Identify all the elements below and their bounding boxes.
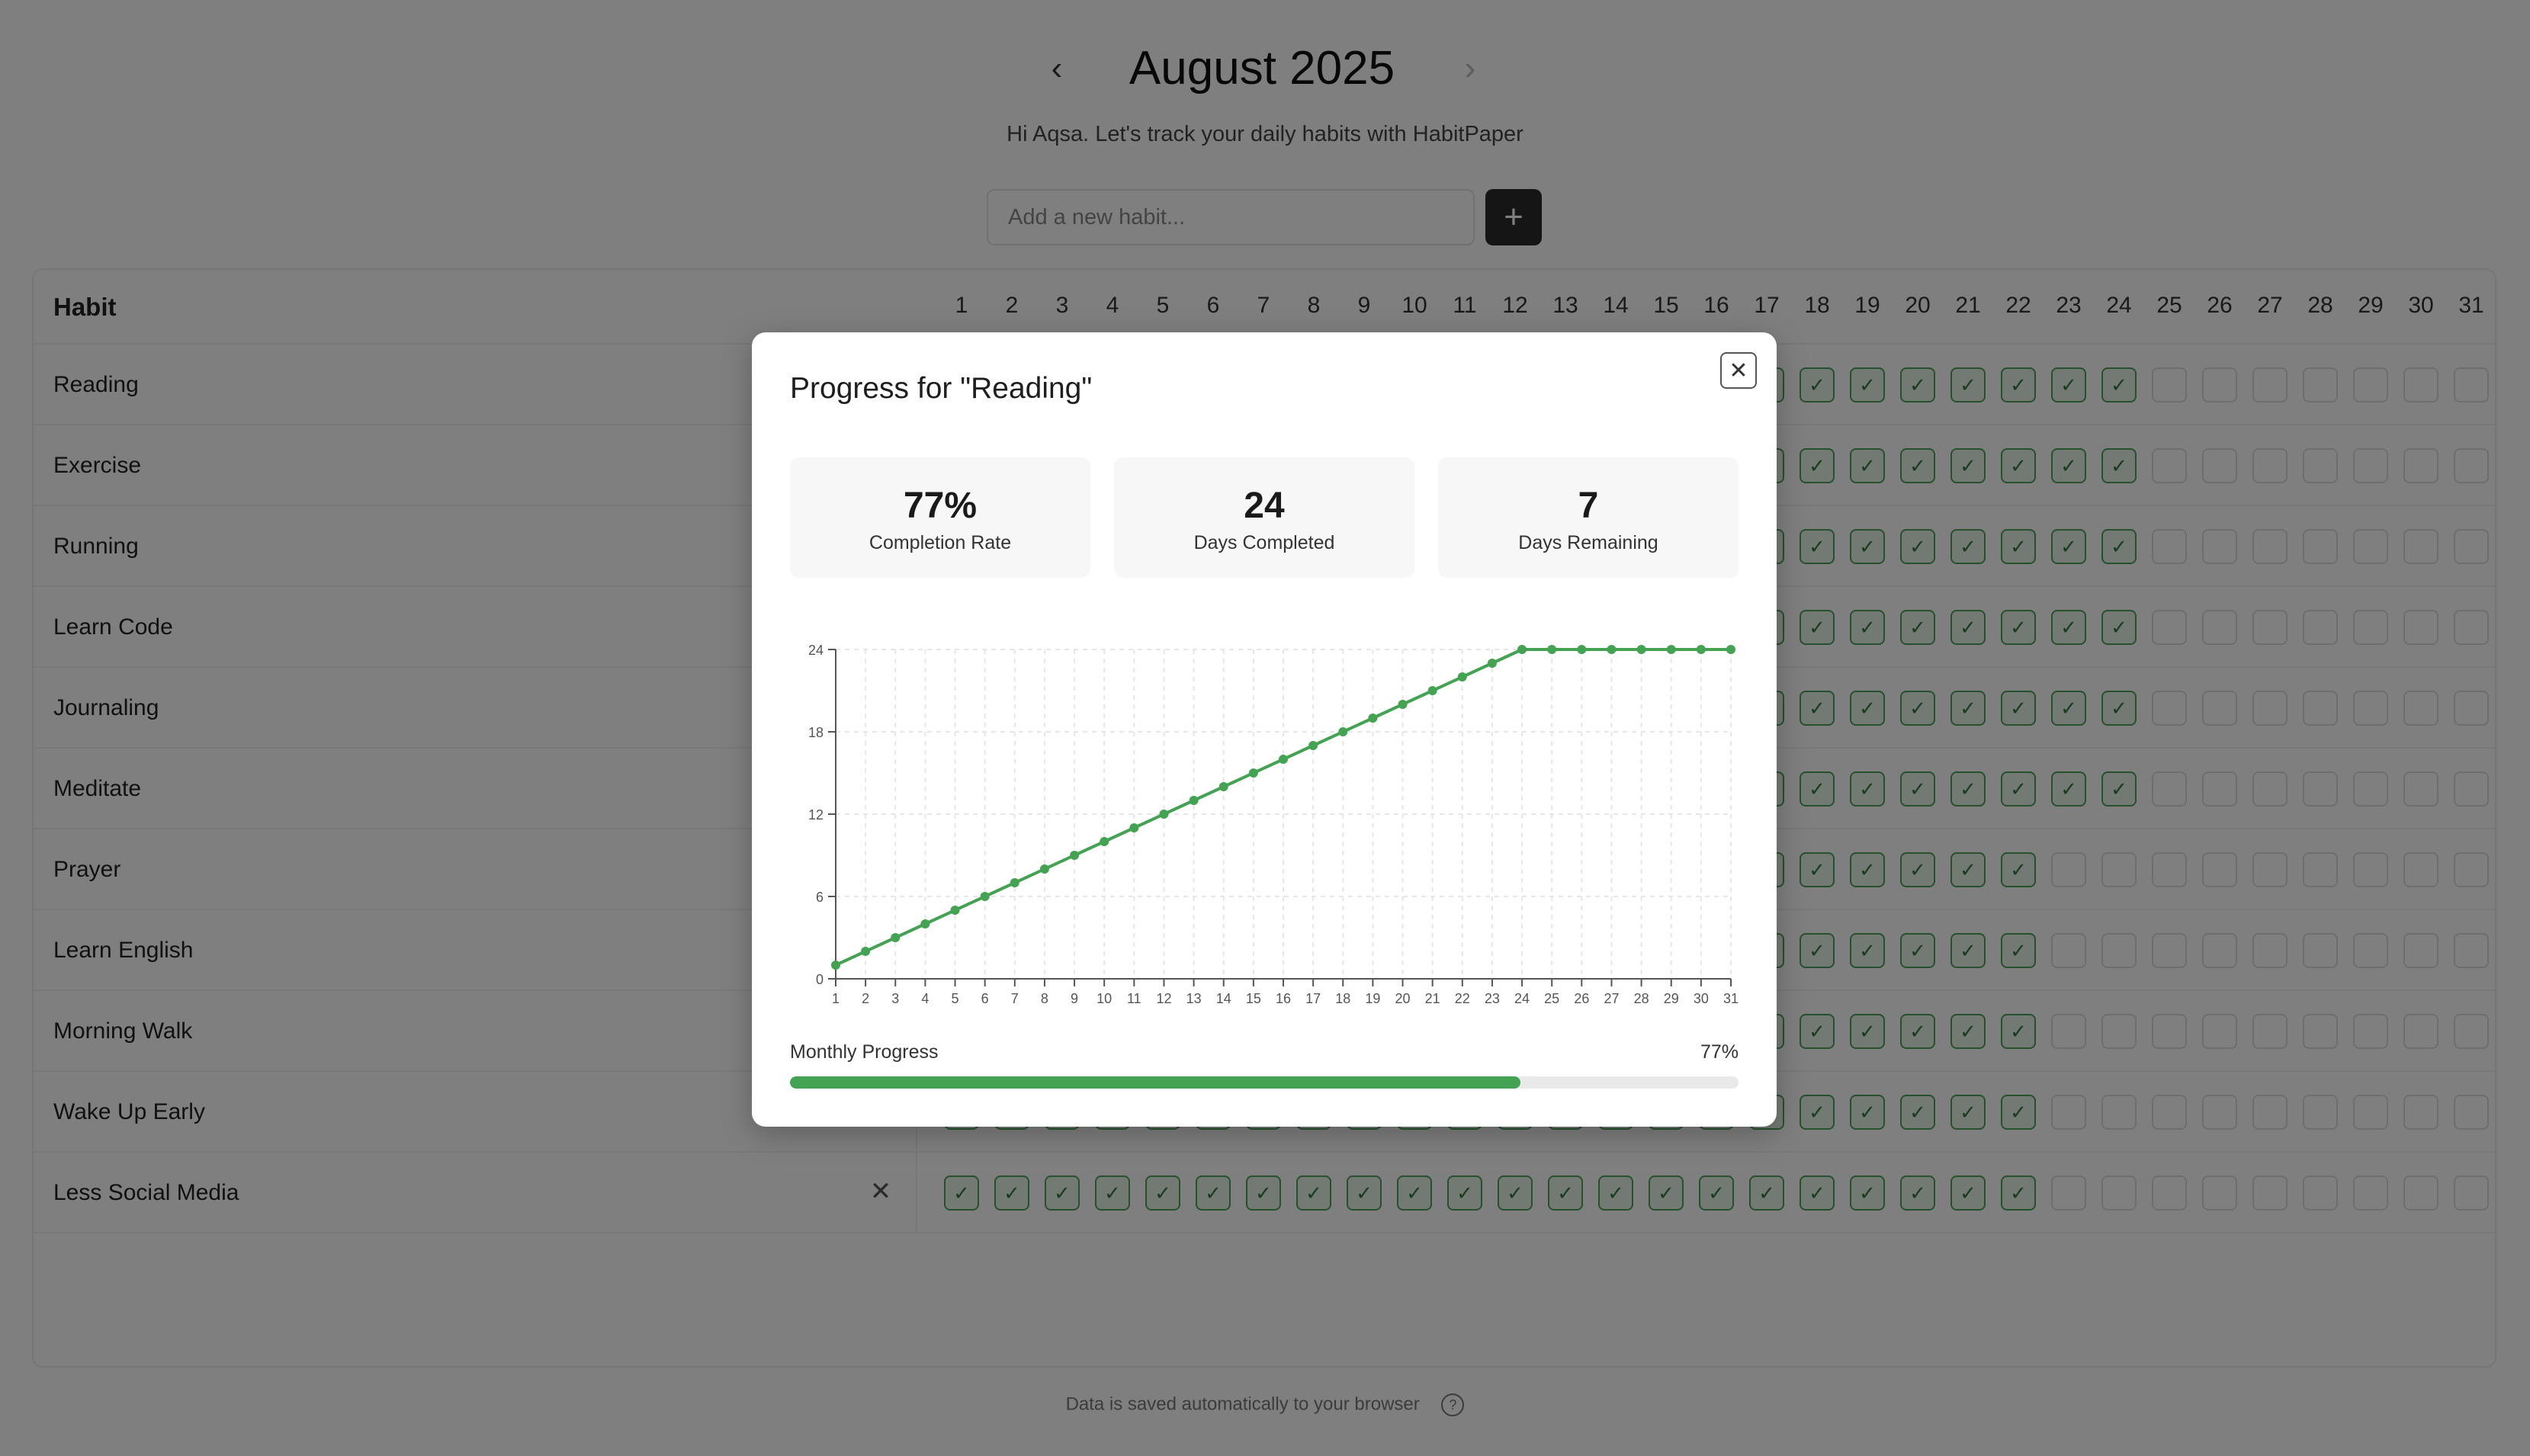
data-point: [891, 933, 901, 942]
x-tick-label: 31: [1723, 991, 1739, 1006]
data-point: [1070, 851, 1080, 860]
data-point: [861, 947, 871, 956]
x-tick-label: 11: [1127, 991, 1141, 1006]
x-tick-label: 2: [862, 991, 869, 1006]
y-tick-label: 24: [808, 643, 824, 658]
monthly-progress-percent: 77%: [1700, 1041, 1739, 1063]
data-point: [1398, 700, 1408, 709]
data-point: [920, 919, 930, 928]
progress-line-chart: 061218241 2 3 4 5 6 7 8 9 10 11 12 13 14 15 16 17 18 19 20 2…: [808, 643, 1739, 1006]
stat-label: Completion Rate: [868, 532, 1012, 553]
x-tick-label: 20: [1395, 991, 1411, 1006]
close-icon: ✕: [1729, 358, 1748, 383]
stat-label: Days Completed: [1193, 532, 1335, 553]
x-tick-label: 4: [921, 991, 929, 1006]
habit-app: ‹ August 2025 › Hi Aqsa. Let's track you…: [0, 0, 2530, 1456]
x-tick-label: 10: [1096, 991, 1112, 1006]
stat-value: 24: [1244, 486, 1285, 526]
x-tick-label: 26: [1574, 991, 1589, 1006]
x-tick-label: 19: [1365, 991, 1380, 1006]
data-point: [980, 892, 990, 901]
stat-card-days-remaining: 7 Days Remaining: [1438, 457, 1739, 578]
x-tick-label: 1: [832, 991, 840, 1006]
x-tick-label: 15: [1246, 991, 1261, 1006]
x-tick-label: 25: [1544, 991, 1559, 1006]
data-point: [1218, 782, 1228, 791]
x-tick-label: 23: [1485, 991, 1500, 1006]
x-tick-label: 24: [1514, 991, 1530, 1006]
data-point: [1577, 645, 1587, 654]
progress-modal: Progress for "Reading" ✕ 77% Completion …: [752, 332, 1777, 1127]
x-tick-label: 21: [1425, 991, 1440, 1006]
stat-card-days-completed: 24 Days Completed: [1114, 457, 1414, 578]
stat-card-completion-rate: 77% Completion Rate: [790, 457, 1090, 578]
data-point: [1248, 768, 1258, 778]
data-point: [1338, 727, 1348, 736]
x-tick-label: 5: [952, 991, 959, 1006]
x-tick-label: 22: [1455, 991, 1470, 1006]
stat-value: 77%: [903, 486, 978, 526]
data-point: [1487, 659, 1497, 668]
data-point: [1189, 796, 1199, 805]
data-point: [1368, 714, 1378, 723]
data-point: [1129, 823, 1139, 832]
x-tick-label: 3: [891, 991, 899, 1006]
x-tick-label: 6: [981, 991, 989, 1006]
x-tick-label: 9: [1071, 991, 1078, 1006]
x-tick-label: 12: [1156, 991, 1171, 1006]
x-tick-label: 27: [1604, 991, 1619, 1006]
y-tick-label: 6: [816, 890, 824, 905]
modal-title: Progress for "Reading": [790, 372, 1093, 405]
y-tick-label: 18: [808, 725, 824, 740]
close-modal-button[interactable]: ✕: [1720, 352, 1757, 389]
x-tick-label: 17: [1305, 991, 1321, 1006]
data-point: [1279, 755, 1288, 764]
data-point: [1726, 645, 1735, 654]
data-point: [950, 906, 960, 915]
monthly-progress-bar: [790, 1076, 1739, 1089]
x-tick-label: 8: [1041, 991, 1048, 1006]
data-point: [1636, 645, 1646, 654]
data-point: [1159, 810, 1169, 819]
y-tick-label: 0: [816, 972, 824, 987]
stat-label: Days Remaining: [1518, 532, 1658, 553]
data-point: [1308, 741, 1318, 750]
data-point: [831, 961, 840, 970]
data-point: [1607, 645, 1617, 654]
monthly-progress-fill: [790, 1076, 1520, 1089]
data-point: [1517, 645, 1527, 654]
data-point: [1457, 672, 1467, 681]
x-tick-label: 16: [1276, 991, 1291, 1006]
x-tick-label: 13: [1186, 991, 1202, 1006]
data-point: [1666, 645, 1676, 654]
x-tick-label: 30: [1694, 991, 1709, 1006]
data-point: [1039, 864, 1049, 874]
x-tick-label: 28: [1634, 991, 1649, 1006]
monthly-progress-label: Monthly Progress: [790, 1041, 939, 1063]
x-tick-label: 14: [1216, 991, 1231, 1006]
data-point: [1010, 878, 1019, 887]
y-tick-label: 12: [808, 807, 824, 823]
data-point: [1100, 837, 1109, 846]
data-point: [1696, 645, 1706, 654]
data-point: [1547, 645, 1557, 654]
stat-value: 7: [1578, 486, 1599, 526]
x-tick-label: 18: [1335, 991, 1350, 1006]
x-tick-label: 29: [1664, 991, 1679, 1006]
x-tick-label: 7: [1011, 991, 1019, 1006]
data-point: [1427, 686, 1437, 695]
